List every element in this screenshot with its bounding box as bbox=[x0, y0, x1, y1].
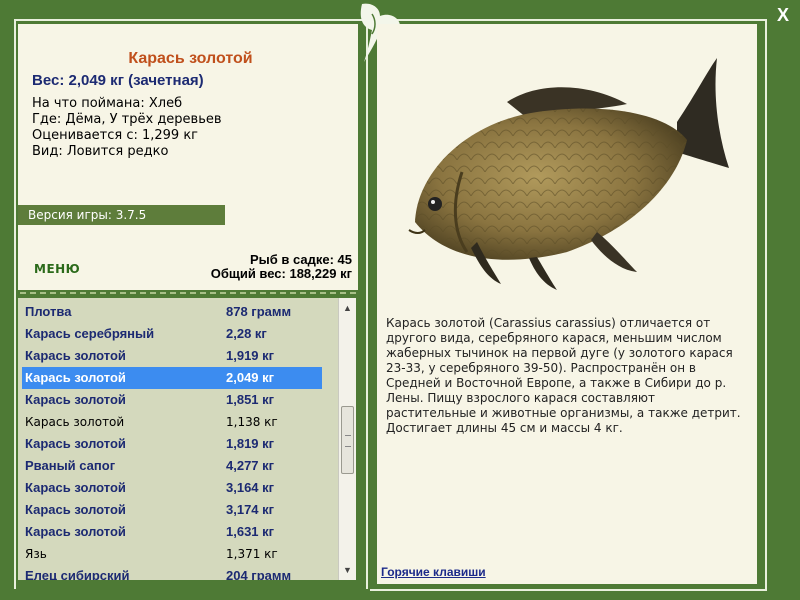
hotkeys-link[interactable]: Горячие клавиши bbox=[381, 565, 486, 579]
catch-fish-name: Карась золотой bbox=[25, 370, 126, 385]
catch-row[interactable]: Карась серебряный 2,28 кг bbox=[22, 323, 322, 345]
menu-button[interactable]: МЕНЮ bbox=[34, 262, 80, 276]
catch-fish-name: Елец сибирский bbox=[25, 568, 130, 580]
catch-row[interactable]: Карась золотой 3,174 кг bbox=[22, 499, 322, 521]
fish-value: Оценивается с: 1,299 кг bbox=[32, 128, 199, 143]
catch-row[interactable]: Карась золотой 1,138 кг bbox=[22, 411, 322, 433]
catch-fish-weight: 878 грамм bbox=[226, 304, 292, 319]
frame-line-right-top bbox=[370, 19, 766, 21]
catch-row[interactable]: Язь 1,371 кг bbox=[22, 543, 322, 565]
catch-fish-weight: 1,631 кг bbox=[226, 524, 275, 539]
scroll-down-icon[interactable]: ▼ bbox=[339, 562, 356, 579]
catch-row[interactable]: Плотва 878 грамм bbox=[22, 301, 322, 323]
catch-fish-weight: 1,919 кг bbox=[226, 348, 275, 363]
catch-fish-name: Рваный сапог bbox=[25, 458, 116, 473]
catch-fish-weight: 3,164 кг bbox=[226, 480, 275, 495]
catch-fish-name: Карась золотой bbox=[25, 480, 126, 495]
catch-row[interactable]: Карась золотой 3,164 кг bbox=[22, 477, 322, 499]
catch-fish-name: Карась золотой bbox=[25, 392, 126, 407]
catch-fish-name: Карась золотой bbox=[25, 436, 126, 451]
fish-info-panel: Карась золотой Вес: 2,049 кг (зачетная) … bbox=[18, 24, 358, 290]
catch-fish-weight: 1,371 кг bbox=[226, 547, 278, 561]
catch-row[interactable]: Карась золотой 1,919 кг bbox=[22, 345, 322, 367]
catch-list-scrollbar[interactable]: ▲ ▼ bbox=[338, 298, 356, 580]
catch-row[interactable]: Карась золотой 1,851 кг bbox=[22, 389, 322, 411]
game-version: Версия игры: 3.7.5 bbox=[18, 205, 225, 225]
catch-fish-name: Карась золотой bbox=[25, 415, 125, 429]
catch-fish-weight: 204 грамм bbox=[226, 568, 292, 580]
catch-fish-name: Карась золотой bbox=[25, 502, 126, 517]
keep-net-total-weight: Общий вес: 188,229 кг bbox=[210, 266, 352, 281]
catch-fish-weight: 1,819 кг bbox=[226, 436, 275, 451]
close-icon: X bbox=[776, 5, 789, 25]
catch-fish-weight: 2,28 кг bbox=[226, 326, 267, 341]
catch-row[interactable]: Карась золотой 1,631 кг bbox=[22, 521, 322, 543]
frame-line-left-vertical bbox=[14, 19, 16, 589]
fish-location: Где: Дёма, У трёх деревьев bbox=[32, 112, 222, 127]
catch-row[interactable]: Рваный сапог 4,277 кг bbox=[22, 455, 322, 477]
fish-description: Карась золотой (Carassius carassius) отл… bbox=[386, 316, 741, 435]
frame-line-mid-vertical bbox=[366, 19, 368, 589]
catch-fish-name: Язь bbox=[25, 547, 47, 561]
catch-fish-weight: 4,277 кг bbox=[226, 458, 275, 473]
scrollbar-thumb[interactable] bbox=[341, 406, 354, 474]
catch-fish-weight: 3,174 кг bbox=[226, 502, 275, 517]
fish-species-rarity: Вид: Ловится редко bbox=[32, 144, 169, 159]
catch-row[interactable]: Карась золотой 2,049 кг bbox=[22, 367, 322, 389]
catch-fish-name: Карась серебряный bbox=[25, 326, 155, 341]
catch-row[interactable]: Карась золотой 1,819 кг bbox=[22, 433, 322, 455]
catch-fish-name: Карась золотой bbox=[25, 348, 126, 363]
fish-weight: Вес: 2,049 кг (зачетная) bbox=[32, 72, 204, 89]
scroll-up-icon[interactable]: ▲ bbox=[339, 300, 356, 317]
fish-detail-panel: Карась золотой (Carassius carassius) отл… bbox=[377, 24, 757, 584]
dashed-separator bbox=[20, 292, 356, 294]
catch-fish-weight: 1,138 кг bbox=[226, 415, 278, 429]
frame-line-top bbox=[14, 19, 367, 21]
keep-net-count: Рыб в садке: 45 bbox=[249, 252, 352, 267]
frame-line-right-vertical bbox=[765, 19, 767, 591]
catch-fish-name: Карась золотой bbox=[25, 524, 126, 539]
close-button[interactable]: X bbox=[773, 5, 793, 25]
catch-list[interactable]: Плотва 878 грамм Карась серебряный 2,28 кг К… bbox=[18, 298, 338, 580]
fish-title: Карась золотой bbox=[128, 50, 253, 67]
catch-fish-weight: 2,049 кг bbox=[226, 370, 275, 385]
catch-row[interactable]: Елец сибирский 204 грамм bbox=[22, 565, 322, 580]
catch-fish-name: Плотва bbox=[25, 304, 72, 319]
frame-line-bottom bbox=[370, 589, 767, 591]
fish-bait: На что поймана: Хлеб bbox=[32, 96, 183, 111]
catch-fish-weight: 1,851 кг bbox=[226, 392, 275, 407]
crucian-carp-image bbox=[408, 58, 729, 290]
